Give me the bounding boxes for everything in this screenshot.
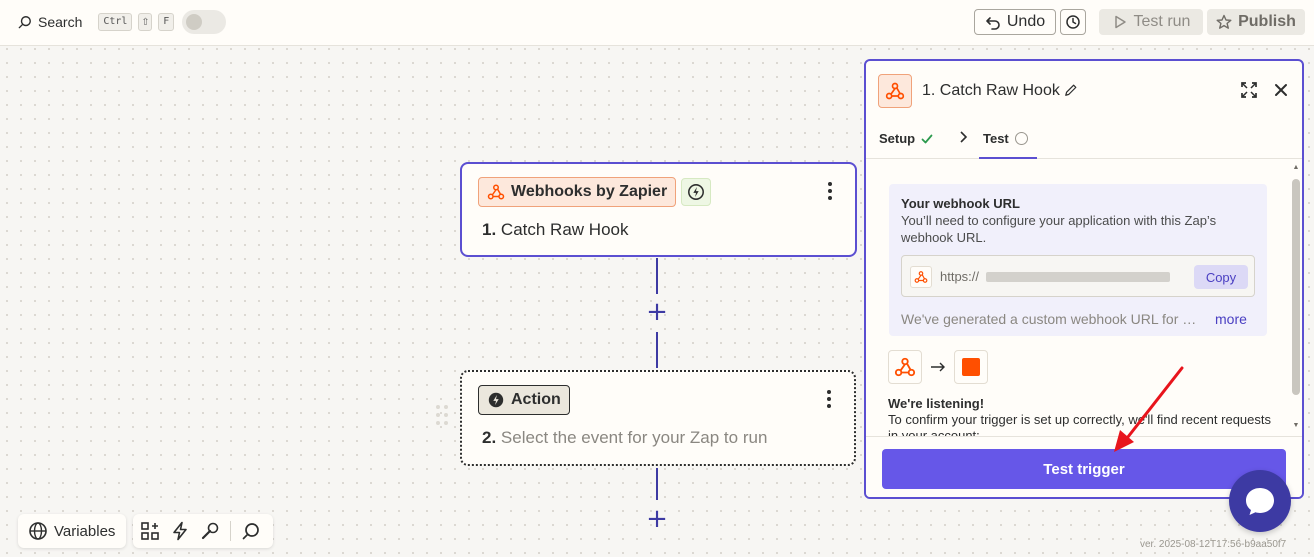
zapier-app-icon [954,350,988,384]
more-options-icon[interactable] [826,390,832,410]
scroll-up-icon[interactable]: ▲ [1292,164,1300,171]
variables-button[interactable]: Variables [18,514,126,548]
version-label: ver. 2025-08-12T17:56-b9aa50f7 [1140,539,1287,550]
webhook-url-text: https:// [940,269,980,284]
shortcut-f-key: F [158,13,175,31]
history-icon [1066,15,1080,29]
pencil-icon[interactable] [1064,83,1078,97]
drag-handle-icon[interactable] [436,405,450,431]
webhook-icon [914,271,928,283]
connector-line [656,258,658,294]
app-name: Action [511,391,561,408]
chevron-right-icon [960,131,968,143]
app-chip-webhooks: Webhooks by Zapier [478,177,677,207]
scrollbar-thumb[interactable] [1292,179,1300,395]
search-icon[interactable] [241,521,261,541]
tab-label: Setup [879,131,916,146]
webhook-icon [487,184,505,200]
chat-icon [1246,488,1274,515]
connector-line [656,468,658,500]
tab-setup[interactable]: Setup [879,131,933,146]
shortcut-shift-key: ⇧ [138,13,153,31]
tab-test[interactable]: Test [983,131,1028,146]
add-step-button[interactable]: + [646,299,668,325]
test-run-button[interactable]: Test run [1099,9,1203,35]
lightning-icon[interactable] [170,521,190,541]
step-card-action[interactable]: Action 2. Select the event for your Zap … [460,370,856,466]
step-card-trigger[interactable]: Webhooks by Zapier 1. Catch Raw Hook [460,162,857,257]
canvas-tools [133,514,273,548]
connector-line [656,332,658,368]
add-step-button[interactable]: + [646,506,668,532]
webhook-url-heading: Your webhook URL [901,196,1020,211]
step-name: Catch Raw Hook [500,220,629,239]
search-label: Search [38,14,83,30]
webhook-url-field[interactable]: https:// Copy [901,255,1255,297]
more-options-icon[interactable] [827,182,833,202]
test-run-label: Test run [1133,13,1191,30]
step-number: 1. [482,220,497,239]
search-button[interactable]: Search Ctrl ⇧ F [18,10,227,34]
webhook-app-icon [910,266,932,288]
test-trigger-button[interactable]: Test trigger [882,449,1286,489]
step-number: 2. [482,428,497,447]
top-bar: Search Ctrl ⇧ F Undo Test run Publish [0,0,1314,46]
apps-grid-icon[interactable] [140,521,160,541]
panel-tabs: Setup Test [866,119,1302,159]
star-icon [1216,14,1232,29]
more-link[interactable]: more [1215,311,1247,327]
variables-label: Variables [54,522,116,540]
copy-button[interactable]: Copy [1194,265,1248,289]
listening-heading: We're listening! [888,396,985,411]
listening-flow [888,350,988,384]
step-details-panel: 1. Catch Raw Hook Setup Test Your webhoo… [864,59,1304,499]
step-title: 2. Select the event for your Zap to run [482,428,767,448]
app-chip-action: Action [478,385,570,415]
trigger-badge [681,178,711,206]
expand-icon[interactable] [1240,81,1258,99]
pending-status-icon [1014,132,1028,145]
annotation-arrow-icon [1114,366,1184,452]
webhook-app-icon [878,74,912,108]
publish-button[interactable]: Publish [1207,9,1305,35]
arrow-right-icon [931,362,945,372]
shortcut-ctrl-key: Ctrl [98,13,133,31]
listening-text: To confirm your trigger is set up correc… [888,412,1271,436]
panel-header: 1. Catch Raw Hook [866,61,1302,119]
check-icon [921,134,933,143]
webhook-app-icon [888,350,922,384]
version-history-button[interactable] [1060,9,1086,35]
wrench-icon[interactable] [200,521,220,541]
search-icon [18,16,31,29]
scroll-down-icon[interactable]: ▼ [1292,422,1300,429]
webhook-icon [894,357,916,377]
panel-title: 1. Catch Raw Hook [922,82,1060,99]
app-name: Webhooks by Zapier [511,183,668,200]
panel-content: Your webhook URL You’ll need to configur… [866,160,1290,436]
lightning-icon [488,392,504,408]
webhook-url-help: You’ll need to configure your applicatio… [901,213,1217,245]
webhook-icon [885,82,905,100]
webhook-url-card: Your webhook URL You’ll need to configur… [889,184,1267,336]
tab-label: Test [983,131,1009,146]
publish-label: Publish [1238,13,1296,30]
generated-url-note: We've generated a custom webhook URL for… [901,311,1201,327]
active-tab-indicator [979,157,1037,159]
chat-support-button[interactable] [1229,470,1291,532]
redacted-url [986,272,1170,282]
undo-label: Undo [1006,13,1046,30]
zapier-logo-icon [962,358,980,376]
close-icon[interactable] [1272,81,1290,99]
undo-icon [986,17,1000,30]
undo-button[interactable]: Undo [974,9,1056,35]
play-icon [1114,15,1126,29]
step-name: Select the event for your Zap to run [500,428,768,447]
step-title: 1. Catch Raw Hook [482,220,628,240]
lightning-icon [688,184,704,200]
toolbar-divider [230,521,231,541]
toggle-switch[interactable] [182,10,227,34]
globe-icon [29,522,47,540]
